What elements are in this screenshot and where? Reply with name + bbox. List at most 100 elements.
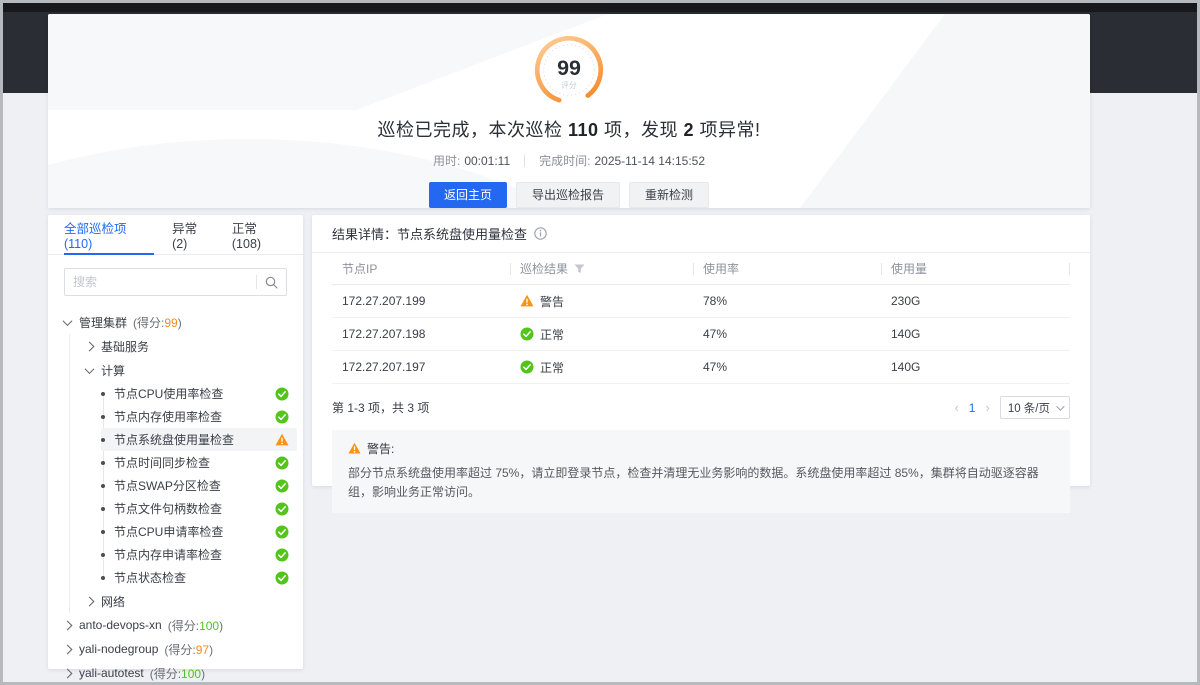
bullet-icon — [101, 576, 105, 580]
tab-label: 全部巡检项 (110) — [64, 218, 154, 251]
tree-leaf-item[interactable]: 节点系统盘使用量检查 — [101, 428, 297, 451]
table-row: 172.27.207.199 警告 78% 230G — [332, 285, 1070, 318]
tree-leaf-item[interactable]: 节点时间同步检查 — [101, 451, 297, 474]
cell-usage-amount: 140G — [881, 360, 1070, 374]
check-circle-icon — [275, 410, 289, 424]
bullet-icon — [101, 553, 105, 557]
tree-leaf-item[interactable]: 节点SWAP分区检查 — [101, 474, 297, 497]
table-header-row: 节点IP 巡检结果 使用率 使用量 — [332, 253, 1070, 285]
filter-funnel-icon[interactable] — [574, 264, 585, 274]
page-background: 99 评分 巡检已完成，本次巡检 110 项，发现 2 项异常! 用时: 00:… — [3, 3, 1197, 682]
table-row: 172.27.207.197 正常 47% 140G — [332, 351, 1070, 384]
tree-leaf-item[interactable]: 节点内存申请率检查 — [101, 543, 297, 566]
cell-node-ip: 172.27.207.199 — [332, 294, 510, 308]
cell-usage-rate: 47% — [693, 327, 881, 341]
search-input[interactable] — [73, 275, 252, 289]
tree-node-group[interactable]: yali-autotest (得分:100) — [64, 661, 297, 682]
status-text: 正常 — [540, 326, 564, 343]
leaf-status-icon — [275, 548, 289, 562]
cell-usage-amount: 230G — [881, 294, 1070, 308]
leaf-status-icon — [275, 387, 289, 401]
search-icon[interactable] — [265, 276, 278, 289]
check-circle-icon — [275, 525, 289, 539]
cell-usage-rate: 47% — [693, 360, 881, 374]
sidebar-tab[interactable]: 全部巡检项 (110) — [64, 215, 154, 254]
tree-node-group[interactable]: anto-devops-xn (得分:100) — [64, 613, 297, 637]
tree-leaf-item[interactable]: 节点文件句柄数检查 — [101, 497, 297, 520]
tree-node-score: (得分:100) — [168, 617, 223, 634]
header-node-ip: 节点IP — [332, 260, 510, 277]
cell-inspect-result: 正常 — [510, 326, 693, 343]
tree-node-label: yali-nodegroup — [79, 642, 158, 656]
back-home-button[interactable]: 返回主页 — [429, 182, 507, 208]
recheck-button[interactable]: 重新检测 — [629, 182, 709, 208]
tree-leaf-item[interactable]: 节点CPU申请率检查 — [101, 520, 297, 543]
result-detail-panel: 结果详情： 节点系统盘使用量检查 节点IP 巡检结果 — [312, 215, 1090, 486]
cell-node-ip: 172.27.207.198 — [332, 327, 510, 341]
tree-leaf-item[interactable]: 节点状态检查 — [101, 566, 297, 589]
status-icon — [520, 294, 534, 308]
sidebar-tab[interactable]: 异常 (2) — [172, 215, 214, 254]
status-icon — [520, 327, 534, 341]
leaf-status-icon — [275, 525, 289, 539]
sidebar-tabs: 全部巡检项 (110) 异常 (2) 正常 (108) — [48, 215, 303, 255]
check-circle-icon — [275, 571, 289, 585]
bullet-icon — [101, 461, 105, 465]
elapsed-label: 用时: — [433, 152, 460, 169]
cluster-children: 基础服务 计算 节点CPU使用率检查 节点内存使用率检查 节点系统盘使用量检查 — [69, 334, 297, 613]
tree-node-score: (得分:100) — [150, 665, 205, 682]
detail-header: 结果详情： 节点系统盘使用量检查 — [312, 215, 1090, 253]
warning-triangle-icon — [348, 442, 361, 455]
current-page[interactable]: 1 — [969, 401, 976, 415]
search-box[interactable] — [64, 268, 287, 296]
info-icon[interactable] — [534, 227, 547, 240]
finish-time-value: 2025-11-14 14:15:52 — [594, 154, 705, 168]
bullet-icon — [101, 484, 105, 488]
tree-node-label: yali-autotest — [79, 666, 144, 680]
leaf-status-icon — [275, 456, 289, 470]
next-page-button[interactable]: › — [985, 401, 989, 414]
inspection-items-panel: 全部巡检项 (110) 异常 (2) 正常 (108) 管理集群 (得分:99) — [48, 215, 303, 669]
sidebar-tab[interactable]: 正常 (108) — [232, 215, 287, 254]
status-icon — [520, 360, 534, 374]
tree-leaf-label: 节点文件句柄数检查 — [114, 500, 222, 517]
page-size-select[interactable]: 10 条/页 — [1000, 396, 1070, 419]
status-text: 正常 — [540, 359, 564, 376]
elapsed-value: 00:01:11 — [464, 154, 510, 168]
compute-leaves: 节点CPU使用率检查 节点内存使用率检查 节点系统盘使用量检查 节点时间同步检查… — [101, 382, 297, 589]
tree-node-network[interactable]: 网络 — [86, 589, 297, 613]
tree-leaf-item[interactable]: 节点内存使用率检查 — [101, 405, 297, 428]
search-divider — [256, 275, 257, 289]
group-nodes: anto-devops-xn (得分:100) yali-nodegroup (… — [64, 613, 297, 682]
status-text: 警告 — [540, 293, 564, 310]
warning-triangle-icon — [275, 433, 289, 447]
tree-leaf-item[interactable]: 节点CPU使用率检查 — [101, 382, 297, 405]
tree-node-label: 管理集群 — [79, 314, 127, 331]
cell-usage-amount: 140G — [881, 327, 1070, 341]
result-table: 节点IP 巡检结果 使用率 使用量 172.27.207.199 — [332, 253, 1070, 384]
leaf-status-icon — [275, 502, 289, 516]
cell-node-ip: 172.27.207.197 — [332, 360, 510, 374]
tree-leaf-label: 节点内存使用率检查 — [114, 408, 222, 425]
header-usage-rate: 使用率 — [693, 260, 881, 277]
header-inspect-result: 巡检结果 — [510, 260, 693, 277]
meta-divider — [524, 155, 525, 167]
export-report-button[interactable]: 导出巡检报告 — [516, 182, 620, 208]
inspection-meta: 用时: 00:01:11 完成时间: 2025-11-14 14:15:52 — [433, 152, 705, 169]
detail-title-prefix: 结果详情： — [332, 224, 397, 243]
tree-node-group[interactable]: yali-nodegroup (得分:97) — [64, 637, 297, 661]
check-circle-icon — [275, 548, 289, 562]
tree-leaf-label: 节点SWAP分区检查 — [114, 477, 221, 494]
check-circle-icon — [520, 327, 534, 341]
tree-node-cluster[interactable]: 管理集群 (得分:99) — [64, 310, 297, 334]
check-circle-icon — [275, 387, 289, 401]
tree-node-compute[interactable]: 计算 — [86, 358, 297, 382]
leaf-status-icon — [275, 433, 289, 447]
app-window: 99 评分 巡检已完成，本次巡检 110 项，发现 2 项异常! 用时: 00:… — [0, 0, 1200, 685]
tree-leaf-label: 节点CPU申请率检查 — [114, 523, 223, 540]
bullet-icon — [101, 392, 105, 396]
prev-page-button[interactable]: ‹ — [954, 401, 958, 414]
chevron-down-icon — [85, 364, 95, 374]
cell-usage-rate: 78% — [693, 294, 881, 308]
tree-node-base-service[interactable]: 基础服务 — [86, 334, 297, 358]
